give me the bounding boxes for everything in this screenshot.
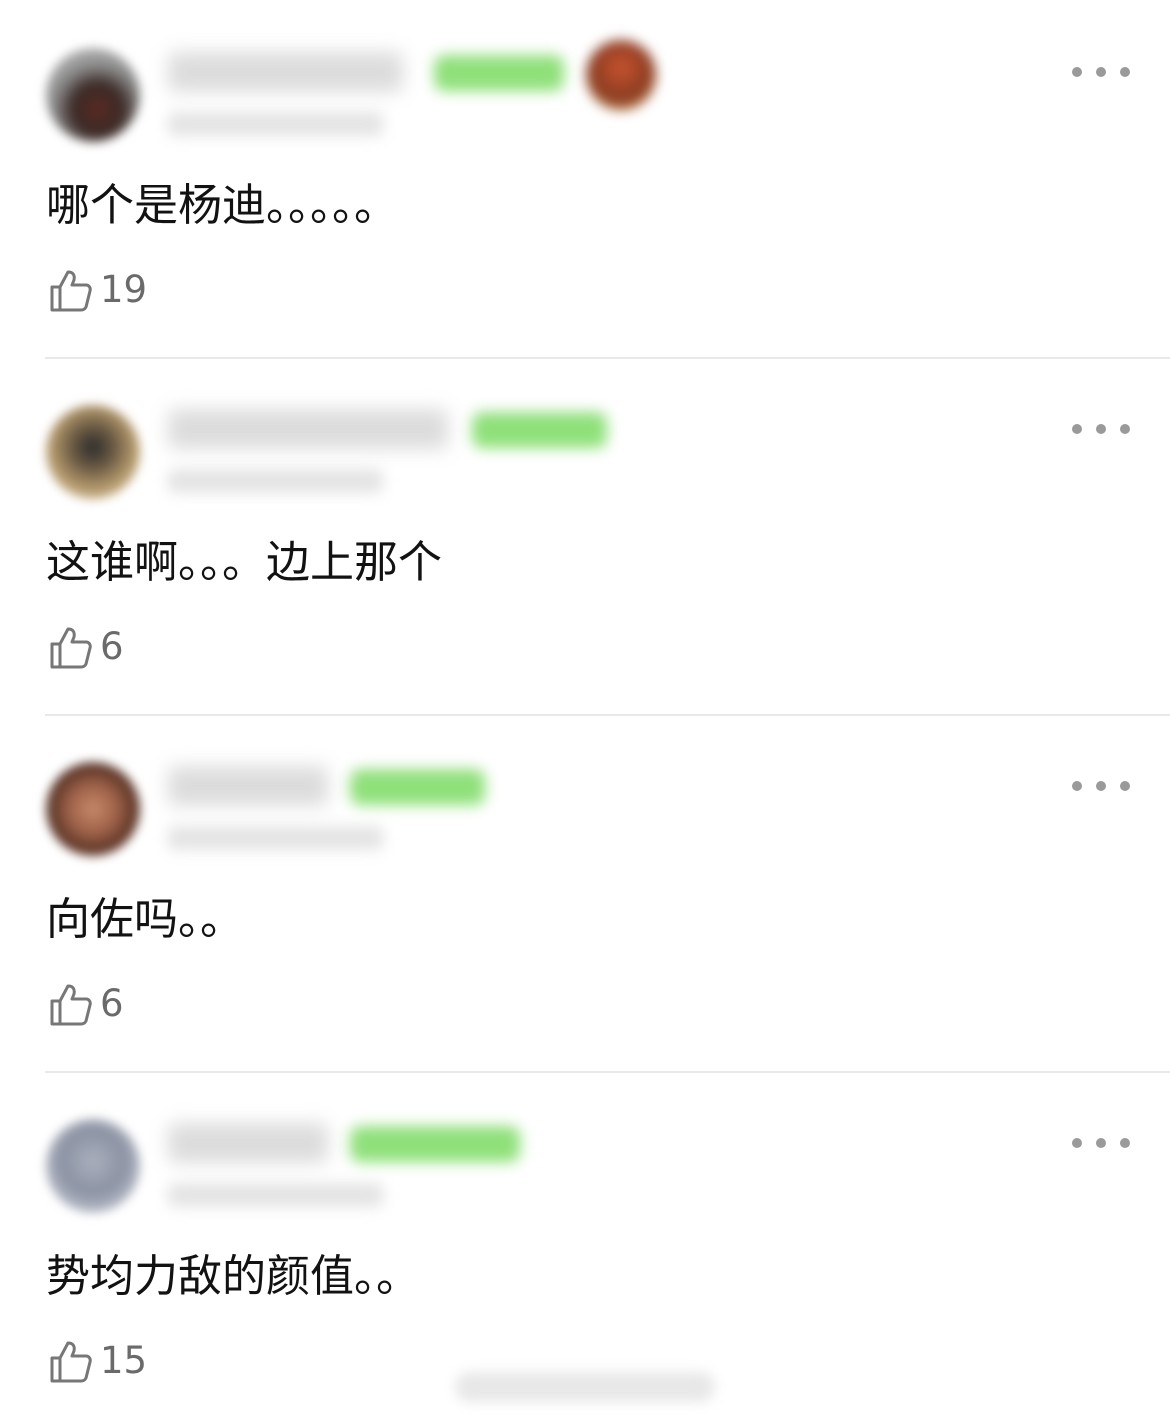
more-dot — [1120, 781, 1130, 791]
comment-text: 哪个是杨迪。。。。。 — [46, 180, 398, 231]
more-dot — [1120, 1138, 1130, 1148]
more-options-button[interactable] — [1072, 413, 1130, 445]
comment-item: 这谁啊。。。边上那个 6 — [0, 357, 1170, 716]
avatar[interactable] — [46, 48, 140, 142]
member-badge-blurred — [350, 1126, 520, 1162]
more-dot — [1096, 1138, 1106, 1148]
medal-icon — [586, 40, 656, 110]
thumbs-up-icon — [50, 627, 92, 669]
like-count: 6 — [100, 982, 124, 1025]
like-button[interactable]: 15 — [46, 1333, 147, 1389]
comment-text: 势均力敌的颜值。。 — [46, 1251, 420, 1302]
comment-item: 哪个是杨迪。。。。。 19 — [0, 0, 1170, 359]
timestamp-blurred — [168, 112, 383, 136]
timestamp-blurred — [168, 469, 383, 493]
more-dot — [1072, 1138, 1082, 1148]
more-dot — [1096, 781, 1106, 791]
username-blurred[interactable] — [168, 766, 328, 806]
more-dot — [1120, 424, 1130, 434]
like-button[interactable]: 6 — [46, 976, 124, 1032]
more-options-button[interactable] — [1072, 56, 1130, 88]
comment-text: 向佐吗。。 — [46, 894, 244, 945]
comment-item: 向佐吗。。 6 — [0, 714, 1170, 1073]
username-blurred[interactable] — [168, 409, 448, 449]
member-badge-blurred — [434, 55, 564, 91]
like-button[interactable]: 6 — [46, 619, 124, 675]
more-options-button[interactable] — [1072, 1127, 1130, 1159]
like-count: 15 — [100, 1339, 148, 1382]
home-indicator — [455, 1372, 715, 1402]
member-badge-blurred — [472, 412, 607, 448]
more-dot — [1096, 67, 1106, 77]
like-count: 6 — [100, 625, 124, 668]
more-dot — [1072, 67, 1082, 77]
more-dot — [1120, 67, 1130, 77]
comment-text: 这谁啊。。。边上那个 — [46, 537, 442, 588]
more-dot — [1072, 781, 1082, 791]
thumbs-up-icon — [50, 270, 92, 312]
timestamp-blurred — [168, 826, 383, 850]
more-options-button[interactable] — [1072, 770, 1130, 802]
username-blurred[interactable] — [168, 52, 403, 92]
thumbs-up-icon — [50, 984, 92, 1026]
avatar[interactable] — [46, 762, 140, 856]
thumbs-up-icon — [50, 1341, 92, 1383]
like-count: 19 — [100, 268, 148, 311]
avatar[interactable] — [46, 1119, 140, 1213]
avatar[interactable] — [46, 405, 140, 499]
timestamp-blurred — [168, 1183, 383, 1207]
member-badge-blurred — [350, 769, 485, 805]
more-dot — [1072, 424, 1082, 434]
username-blurred[interactable] — [168, 1123, 328, 1163]
more-dot — [1096, 424, 1106, 434]
like-button[interactable]: 19 — [46, 262, 147, 318]
